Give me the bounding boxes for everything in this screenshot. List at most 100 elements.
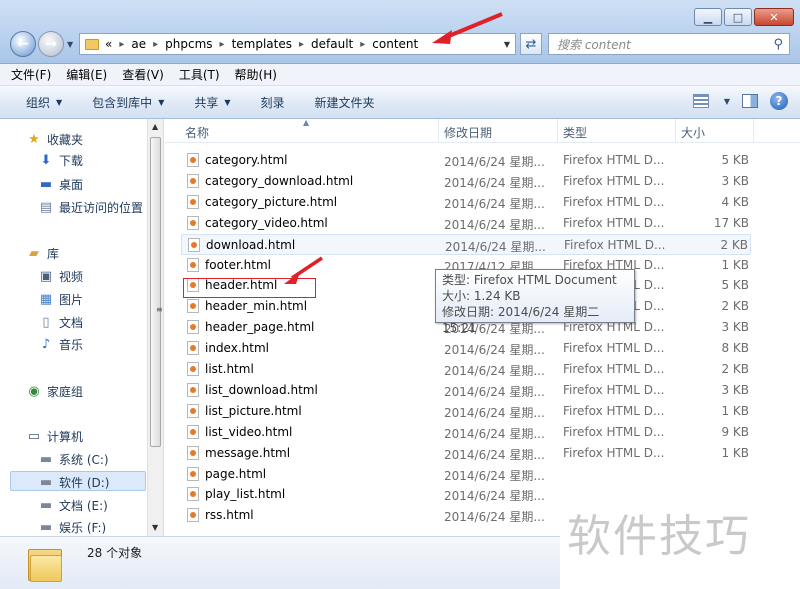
- nav-drive-f[interactable]: ▬ 娱乐 (F:): [38, 519, 106, 536]
- breadcrumb-separator-icon[interactable]: ▸: [360, 39, 365, 50]
- menu-item[interactable]: 帮助(H): [235, 66, 277, 83]
- file-row[interactable]: page.html 2014/6/24 星期...: [181, 464, 751, 485]
- file-size: 5 KB: [721, 278, 749, 293]
- file-date: 2014/6/24 星期...: [444, 510, 545, 525]
- file-row[interactable]: category_download.html 2014/6/24 星期... Fir…: [181, 171, 751, 192]
- scrollbar-thumb[interactable]: ≡: [150, 137, 163, 447]
- command-button[interactable]: 包含到库中 ▼: [92, 94, 164, 111]
- close-button[interactable]: ✕: [754, 8, 794, 26]
- breadcrumb-item[interactable]: default: [311, 37, 353, 51]
- file-row[interactable]: category.html 2014/6/24 星期... Firefox HTML…: [181, 150, 751, 171]
- maximize-button[interactable]: □: [724, 8, 752, 26]
- breadcrumb-separator-icon[interactable]: ▸: [153, 39, 158, 50]
- menu-item[interactable]: 编辑(E): [66, 66, 107, 83]
- minimize-button[interactable]: ▁: [694, 8, 722, 26]
- nav-downloads[interactable]: ⬇ 下载: [38, 152, 83, 169]
- file-row[interactable]: download.html 2014/6/24 星期... Firefox HTML…: [181, 233, 751, 255]
- column-name[interactable]: 名称: [185, 124, 209, 141]
- download-folder-icon: ⬇: [40, 153, 52, 168]
- menu-item[interactable]: 文件(F): [11, 66, 51, 83]
- breadcrumb-item[interactable]: phpcms: [165, 37, 212, 51]
- file-size: 2 KB: [721, 299, 749, 314]
- help-icon[interactable]: ?: [770, 92, 788, 110]
- library-icon: ▰: [29, 246, 39, 261]
- drive-icon: ▬: [39, 475, 53, 490]
- nav-music[interactable]: ♪ 音乐: [38, 336, 83, 353]
- nav-pictures[interactable]: ▦ 图片: [38, 291, 83, 308]
- nav-drive-d[interactable]: ▬ 软件 (D:): [38, 474, 110, 491]
- video-icon: ▣: [39, 269, 53, 284]
- search-input[interactable]: 搜索 content ⚲: [548, 33, 790, 55]
- dropdown-icon: ▼: [56, 97, 63, 107]
- file-row[interactable]: message.html 2014/6/24 星期... Firefox HTML …: [181, 443, 751, 464]
- forward-button[interactable]: →: [38, 31, 64, 57]
- menu-item[interactable]: 工具(T): [179, 66, 220, 83]
- command-bar-right: ▼ ?: [692, 92, 788, 110]
- system-drive-icon: ▬: [39, 452, 53, 467]
- search-icon[interactable]: ⚲: [773, 37, 783, 52]
- dropdown-icon: ▼: [224, 97, 231, 107]
- search-placeholder: 搜索 content: [557, 37, 631, 52]
- nav-drive-e[interactable]: ▬ 文档 (E:): [38, 497, 108, 514]
- item-count: 28 个对象: [87, 546, 143, 560]
- nav-drive-c[interactable]: ▬ 系统 (C:): [38, 451, 109, 468]
- file-row[interactable]: list_picture.html 2014/6/24 星期... Firefox …: [181, 401, 751, 422]
- file-size: 3 KB: [721, 173, 749, 188]
- column-date[interactable]: 修改日期: [444, 124, 492, 141]
- change-view-icon[interactable]: [692, 94, 709, 108]
- file-type: Firefox HTML D...: [563, 153, 665, 167]
- nav-computer[interactable]: ▭ 计算机: [26, 428, 83, 445]
- nav-desktop[interactable]: ▬ 桌面: [38, 176, 83, 193]
- file-row[interactable]: list_download.html 2014/6/24 星期... Firefox…: [181, 380, 751, 401]
- navigation-scrollbar[interactable]: ▲ ≡ ▼: [147, 119, 163, 536]
- file-row[interactable]: list.html 2014/6/24 星期... Firefox HTML D..…: [181, 359, 751, 380]
- column-type[interactable]: 类型: [563, 124, 587, 141]
- file-name: index.html: [205, 341, 269, 356]
- file-row[interactable]: list_video.html 2014/6/24 星期... Firefox HT…: [181, 422, 751, 443]
- nav-documents[interactable]: ▯ 文档: [38, 314, 83, 331]
- file-row[interactable]: category_video.html 2014/6/24 星期... Firefo…: [181, 213, 751, 234]
- nav-videos[interactable]: ▣ 视频: [38, 268, 83, 285]
- scroll-up-icon[interactable]: ▲: [152, 122, 158, 131]
- command-button[interactable]: 刻录: [261, 94, 285, 111]
- file-size: 2 KB: [720, 237, 748, 252]
- menu-bar: 文件(F) 编辑(E) 查看(V) 工具(T) 帮助(H): [0, 64, 800, 86]
- file-size: 8 KB: [721, 341, 749, 356]
- back-button[interactable]: ←: [10, 31, 36, 57]
- picture-icon: ▦: [39, 292, 53, 307]
- command-button[interactable]: 共享 ▼: [194, 94, 230, 111]
- file-name: category_download.html: [205, 173, 354, 188]
- breadcrumb-separator-icon[interactable]: ▸: [299, 39, 304, 50]
- window-controls: ▁ □ ✕: [694, 8, 794, 26]
- recent-places-icon: ▤: [39, 200, 53, 215]
- file-row[interactable]: index.html 2014/6/24 星期... Firefox HTML D.…: [181, 338, 751, 359]
- breadcrumb-overflow[interactable]: «: [105, 37, 112, 51]
- watermark-text: 软件技巧: [567, 511, 751, 562]
- breadcrumb-separator-icon[interactable]: ▸: [119, 39, 124, 50]
- breadcrumb-item[interactable]: templates: [232, 37, 292, 51]
- nav-recent-places[interactable]: ▤ 最近访问的位置: [38, 199, 143, 216]
- nav-libraries[interactable]: ▰ 库: [26, 245, 59, 262]
- nav-homegroup[interactable]: ◉ 家庭组: [26, 383, 83, 400]
- preview-pane-icon[interactable]: [742, 94, 758, 108]
- menu-item[interactable]: 查看(V): [122, 66, 164, 83]
- scroll-down-icon[interactable]: ▼: [152, 523, 158, 532]
- file-row[interactable]: category_picture.html 2014/6/24 星期... Fire…: [181, 192, 751, 213]
- nav-favorites[interactable]: ★ 收藏夹: [26, 131, 83, 148]
- refresh-button[interactable]: ⇄: [520, 33, 542, 55]
- breadcrumb-item[interactable]: content: [372, 37, 418, 51]
- breadcrumb-item[interactable]: ae: [131, 37, 146, 51]
- file-type: Firefox HTML D...: [563, 445, 665, 460]
- breadcrumb-separator-icon[interactable]: ▸: [220, 39, 225, 50]
- file-date: 2014/6/24 星期...: [444, 405, 545, 420]
- view-options-dropdown-icon[interactable]: ▼: [724, 97, 730, 106]
- command-button[interactable]: 组织 ▼: [26, 94, 62, 111]
- recent-pages-dropdown-icon[interactable]: ▼: [67, 40, 73, 49]
- file-type: Firefox HTML D...: [563, 173, 665, 188]
- file-type: Firefox HTML D...: [564, 237, 666, 252]
- tooltip-size: 大小: 1.24 KB: [442, 289, 521, 303]
- file-type: Firefox HTML D...: [563, 194, 665, 209]
- command-button[interactable]: 新建文件夹: [315, 94, 375, 111]
- maximize-icon: □: [732, 10, 744, 24]
- column-size[interactable]: 大小: [681, 124, 705, 141]
